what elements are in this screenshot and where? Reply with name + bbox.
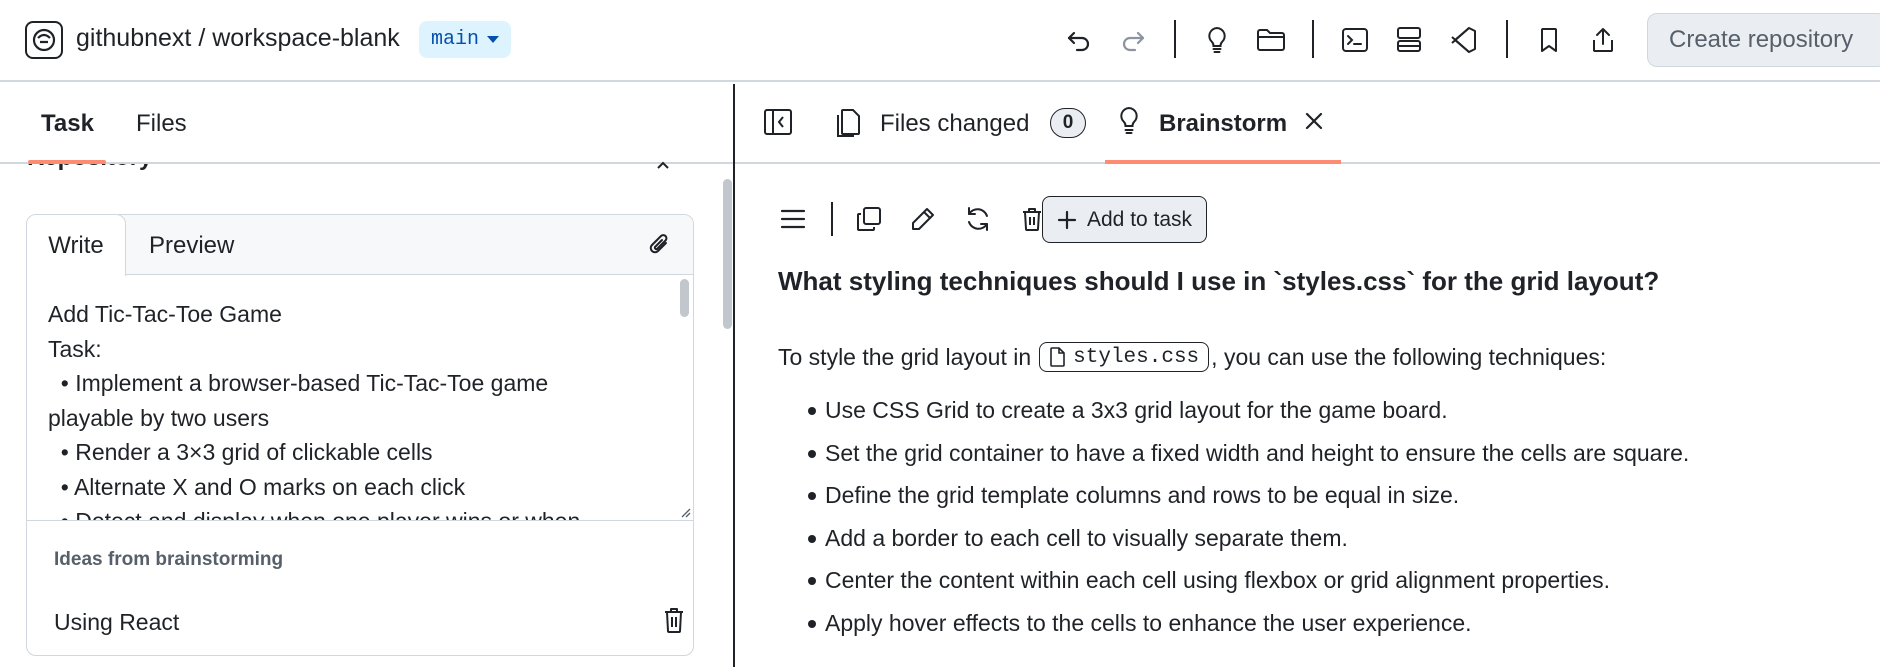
lightbulb-icon[interactable] (1198, 20, 1236, 60)
plus-icon (1057, 210, 1077, 229)
lightbulb-icon (1117, 106, 1141, 136)
close-icon[interactable] (1303, 110, 1325, 132)
intro-text: , you can use the following techniques: (1211, 343, 1607, 370)
tab-files-changed[interactable]: Files changed (880, 110, 1029, 138)
diff-file-icon (835, 108, 863, 138)
toolbar-divider (1174, 20, 1176, 58)
folder-icon[interactable] (1252, 20, 1290, 60)
files-changed-count-badge: 0 (1050, 108, 1086, 138)
chevron-up-icon[interactable] (656, 160, 670, 170)
branch-label: main (431, 28, 480, 51)
list-item: Using React (54, 605, 683, 639)
text-line: • Alternate X and O marks on each click (48, 473, 466, 500)
task-description-textarea[interactable]: Add Tic-Tac-Toe Game Task: • Implement a… (27, 275, 693, 521)
intro-text: To style the grid layout in (778, 343, 1032, 370)
tab-files[interactable]: Files (136, 110, 187, 138)
ideas-heading: Ideas from brainstorming (54, 549, 284, 570)
text-line: Task: (48, 335, 102, 362)
trash-icon[interactable] (662, 605, 686, 635)
copilot-logo-icon[interactable] (25, 21, 63, 59)
task-panel: Repository Task Files Write Preview Add … (0, 84, 734, 667)
copy-icon[interactable] (851, 194, 887, 244)
add-to-task-button[interactable]: Add to task (1042, 196, 1208, 243)
undo-icon[interactable] (1060, 20, 1098, 60)
pencil-icon[interactable] (905, 194, 941, 244)
techniques-list: Use CSS Grid to create a 3x3 grid layout… (778, 389, 1689, 644)
list-item: Apply hover effects to the cells to enha… (778, 602, 1689, 645)
sidebar-toggle-icon[interactable] (763, 108, 793, 136)
file-reference-chip[interactable]: styles.css (1039, 342, 1210, 372)
top-bar: githubnext / workspace-blank main Create… (0, 0, 1880, 82)
vscode-icon[interactable] (1444, 20, 1482, 60)
toolbar-divider (1506, 20, 1508, 58)
tab-preview[interactable]: Preview (149, 232, 234, 260)
text-line: Add Tic-Tac-Toe Game (48, 301, 282, 327)
brainstorm-panel: Files changed 0 Brainstorm Add to task W… (735, 84, 1880, 667)
menu-icon[interactable] (775, 194, 811, 244)
add-to-task-label: Add to task (1087, 207, 1193, 231)
redo-icon[interactable] (1114, 20, 1152, 60)
terminal-icon[interactable] (1336, 20, 1374, 60)
file-icon (1050, 347, 1065, 367)
repo-name[interactable]: githubnext / workspace-blank (76, 24, 400, 53)
active-tab-indicator (1105, 160, 1341, 164)
refresh-icon[interactable] (960, 194, 996, 244)
left-tab-bar: Task Files (0, 84, 734, 164)
toolbar-divider (1312, 20, 1314, 58)
right-tab-bar: Files changed 0 Brainstorm (735, 84, 1880, 164)
text-line: • Render a 3×3 grid of clickable cells (48, 439, 433, 465)
active-tab-indicator (28, 160, 106, 164)
list-item: Add a border to each cell to visually se… (778, 517, 1689, 560)
tab-task[interactable]: Task (41, 110, 94, 138)
task-editor: Write Preview Add Tic-Tac-Toe Game Task:… (26, 214, 694, 656)
panel-scrollbar[interactable] (723, 179, 732, 329)
editor-tab-bar: Write Preview (27, 215, 693, 276)
tab-write[interactable]: Write (27, 215, 126, 276)
resize-grip-icon[interactable] (679, 506, 691, 518)
chevron-down-icon (487, 36, 500, 43)
file-name: styles.css (1073, 345, 1200, 369)
task-description-text: Add Tic-Tac-Toe Game Task: • Implement a… (48, 297, 608, 521)
tab-brainstorm[interactable]: Brainstorm (1159, 110, 1287, 138)
create-repository-button[interactable]: Create repository (1647, 13, 1880, 67)
list-item: Use CSS Grid to create a 3x3 grid layout… (778, 389, 1689, 432)
list-item: Set the grid container to have a fixed w… (778, 432, 1689, 475)
answer-intro: To style the grid layout in styles.css ,… (778, 342, 1606, 372)
brainstorm-toolbar: Add to task (775, 194, 1375, 244)
branch-selector[interactable]: main (419, 21, 512, 58)
text-line: • Detect and display when one player win… (48, 508, 581, 521)
text-line: • Implement a browser-based Tic-Tac-Toe … (48, 370, 549, 396)
list-item: Define the grid template columns and row… (778, 474, 1689, 517)
idea-label: Using React (54, 609, 180, 635)
brainstorm-question: What styling techniques should I use in … (778, 266, 1660, 296)
toolbar-divider (831, 202, 833, 236)
text-line: playable by two users (48, 404, 270, 431)
textarea-scrollbar[interactable] (680, 279, 689, 317)
server-icon[interactable] (1390, 20, 1428, 60)
share-icon[interactable] (1584, 20, 1622, 60)
paperclip-icon[interactable] (647, 231, 673, 259)
list-item: Center the content within each cell usin… (778, 559, 1689, 602)
bookmark-icon[interactable] (1530, 20, 1568, 60)
